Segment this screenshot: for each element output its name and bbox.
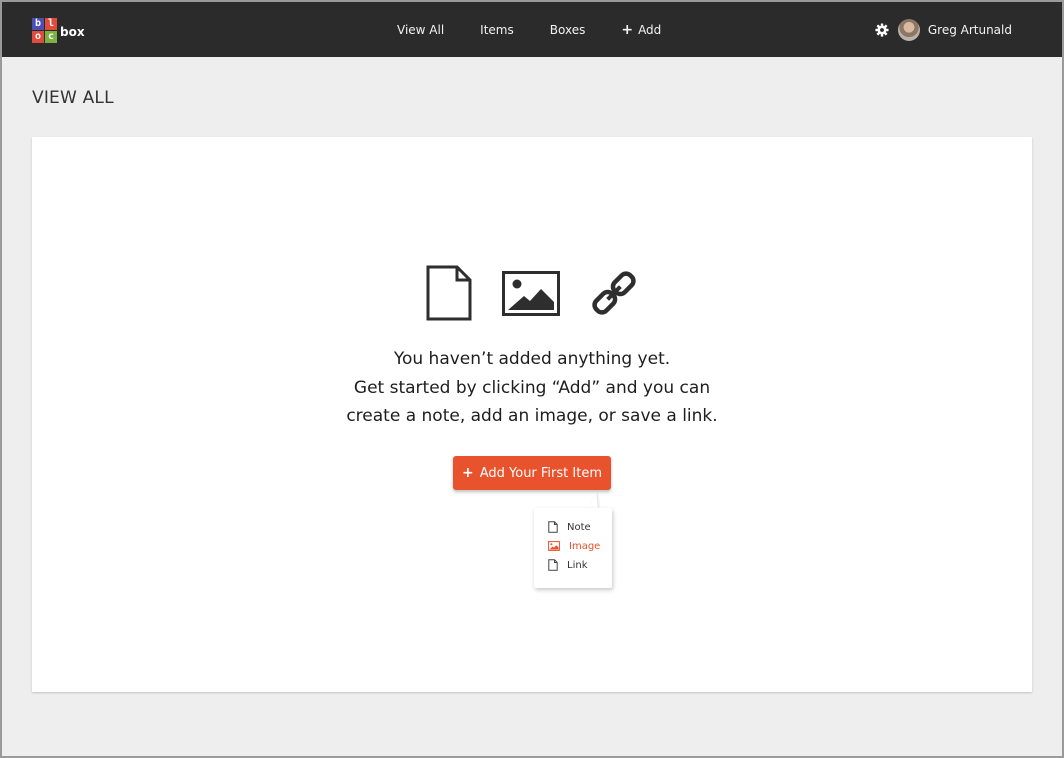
document-icon <box>548 559 558 571</box>
user-name[interactable]: Greg Artunald <box>928 23 1012 37</box>
add-first-item-label: Add Your First Item <box>479 465 602 481</box>
logo-word: box <box>60 25 85 39</box>
empty-state-line-3: create a note, add an image, or save a l… <box>346 406 718 426</box>
empty-state-icons <box>426 265 636 321</box>
empty-state-line-1: You haven’t added anything yet. <box>393 349 671 369</box>
user-area: Greg Artunald <box>875 2 1012 57</box>
logo-letter-l: l <box>45 17 57 30</box>
image-icon <box>502 271 560 316</box>
empty-state-card: You haven’t added anything yet. Get star… <box>32 137 1032 692</box>
menu-item-image-label: Image <box>569 540 601 552</box>
menu-item-note-label: Note <box>567 521 591 533</box>
main-nav: View All Items Boxes + Add <box>397 2 697 57</box>
nav-items[interactable]: Items <box>480 23 514 37</box>
dropdown-caret <box>589 492 598 508</box>
plus-icon: + <box>621 21 634 38</box>
logo-grid: b l o c <box>32 17 57 43</box>
menu-item-note[interactable]: Note <box>548 519 591 535</box>
logo-letter-c: c <box>45 30 57 43</box>
document-icon <box>426 265 472 321</box>
menu-item-link[interactable]: Link <box>548 557 587 573</box>
menu-item-link-label: Link <box>567 559 588 571</box>
image-icon <box>548 541 560 551</box>
page-title: VIEW ALL <box>32 88 114 108</box>
document-icon <box>548 521 558 533</box>
add-first-item-button[interactable]: + Add Your First Item <box>453 456 611 490</box>
nav-add[interactable]: + Add <box>621 22 661 38</box>
gear-icon[interactable] <box>875 22 889 37</box>
logo-letter-o: o <box>32 30 44 43</box>
user-avatar[interactable] <box>897 18 920 41</box>
menu-item-image[interactable]: Image <box>548 538 600 554</box>
logo-letter-b: b <box>32 17 44 30</box>
empty-state-line-2: Get started by clicking “Add” and you ca… <box>353 377 711 398</box>
top-navbar: b l o c box View All Items Boxes + Add G… <box>2 2 1062 57</box>
nav-view-all[interactable]: View All <box>397 23 444 37</box>
nav-view-all-label: View All <box>397 22 445 37</box>
empty-state-message: You haven’t added anything yet. Get star… <box>32 345 1032 431</box>
add-item-dropdown: Note Image Link <box>534 508 612 588</box>
nav-boxes[interactable]: Boxes <box>550 23 586 37</box>
bloc-box-logo[interactable]: b l o c box <box>32 17 85 43</box>
nav-boxes-label: Boxes <box>549 22 586 37</box>
nav-items-label: Items <box>480 22 514 37</box>
link-icon <box>592 271 636 315</box>
nav-add-label: Add <box>638 22 662 37</box>
plus-icon: + <box>461 465 474 481</box>
